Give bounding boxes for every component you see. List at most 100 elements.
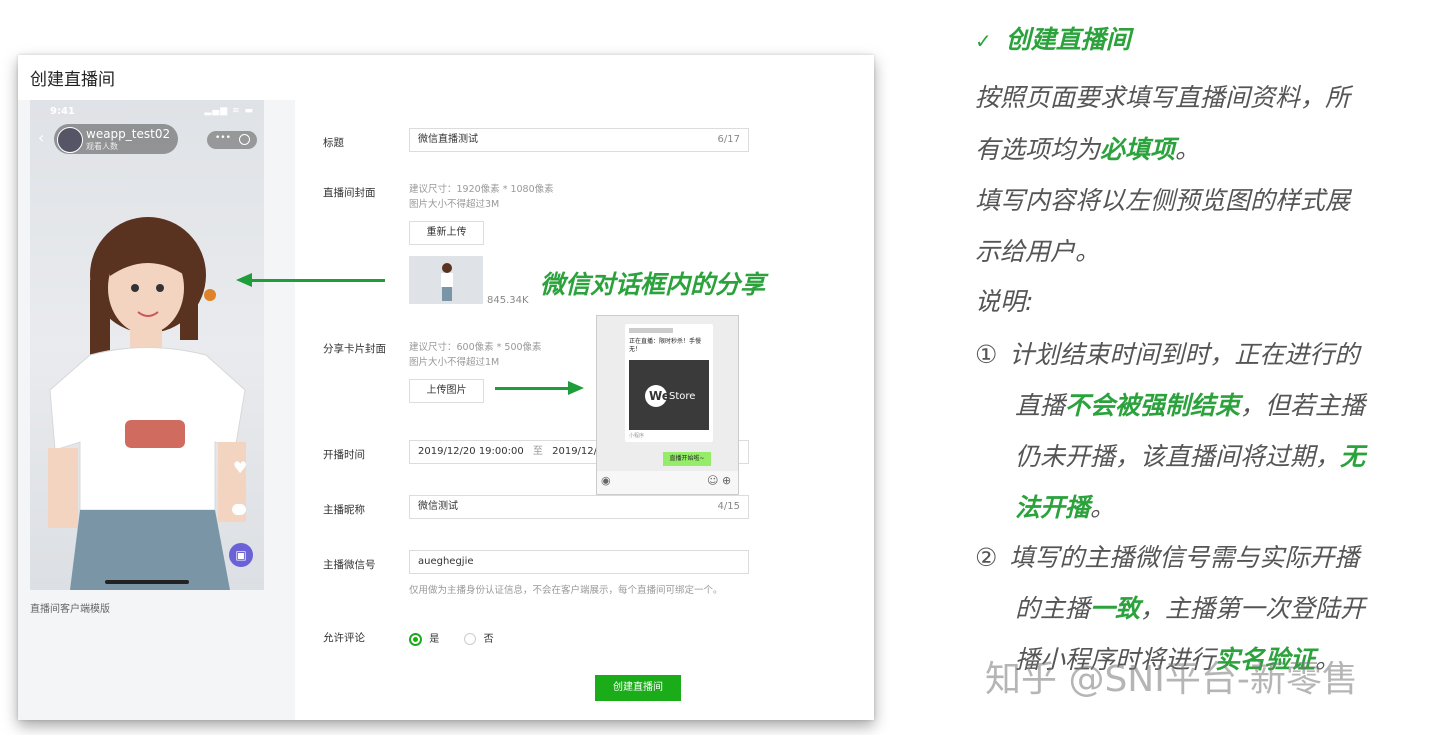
text-span: 有选项均为	[975, 135, 1101, 164]
cover-hint-size: 建议尺寸：1920像素 * 1080像素	[409, 184, 554, 195]
model-photo	[48, 217, 246, 590]
share-cover-label: 分享卡片封面	[323, 343, 386, 355]
text-span: 。	[1090, 493, 1116, 522]
highlight-text: 一致	[1090, 594, 1141, 623]
emoji-icon[interactable]: ☺	[707, 474, 718, 487]
text-line: 仍未开播，该直播间将过期，无	[1015, 437, 1365, 473]
share-annotation: 微信对话框内的分享	[540, 270, 766, 299]
number-one: ①	[975, 340, 998, 369]
anchor-name-count: 4/15	[717, 501, 740, 512]
numbered-line: ① 计划结束时间到时，正在进行的	[975, 335, 1359, 371]
highlight-text: 必填项	[1100, 135, 1176, 164]
time-separator: 至	[532, 446, 543, 457]
share-hint-limit: 图片大小不得超过1M	[409, 357, 500, 368]
text-span: 填写的主播微信号需与实际开播	[1009, 543, 1360, 572]
watermark: 知乎 @SNI平台-新零售	[985, 659, 1358, 700]
signal-icon: ▂▄▆ ≋ ▬	[204, 106, 254, 116]
text-line: 的主播一致，主播第一次登陆开	[1015, 589, 1365, 625]
highlight-text: 无	[1340, 442, 1366, 471]
text-line: 有选项均为必填项。	[975, 130, 1200, 166]
anchor-wechat-input[interactable]: aueghegjie	[409, 550, 749, 574]
create-room-button[interactable]: 创建直播间	[595, 675, 681, 701]
more-icon[interactable]: •••	[215, 133, 231, 143]
sender-placeholder	[629, 328, 673, 333]
back-icon[interactable]: ‹	[38, 128, 44, 147]
cover-size: 845.34K	[487, 295, 529, 306]
reupload-button[interactable]: 重新上传	[409, 221, 484, 245]
text-span: 直播	[1015, 391, 1066, 420]
anchor-name-value: 微信测试	[418, 501, 458, 512]
arrow-head-left	[236, 273, 252, 287]
preview-caption: 直播间客户端模版	[30, 604, 110, 615]
upload-image-button[interactable]: 上传图片	[409, 379, 484, 403]
start-time-value: 2019/12/20 19:00:00	[418, 446, 524, 457]
share-hint-size: 建议尺寸：600像素 * 500像素	[409, 342, 542, 353]
check-heading: ✓ 创建直播间	[975, 20, 1131, 56]
phone-preview: 9:41 ▂▄▆ ≋ ▬ ‹ weapp_test02 观看人数 ••• ♥ ▣	[30, 100, 264, 590]
numbered-line: ② 填写的主播微信号需与实际开播	[975, 538, 1359, 574]
text-span: 的主播	[1015, 594, 1091, 623]
arrow-head-right	[568, 381, 584, 395]
home-indicator	[105, 580, 189, 584]
status-time: 9:41	[50, 106, 75, 117]
text-span: 仍未开播，该直播间将过期，	[1015, 442, 1341, 471]
number-two: ②	[975, 543, 998, 572]
cover-hint-limit: 图片大小不得超过3M	[409, 199, 500, 210]
text-span: 计划结束时间到时，正在进行的	[1009, 340, 1360, 369]
arrow-to-chat	[495, 387, 570, 390]
radio-yes[interactable]	[409, 632, 422, 646]
text-line: 填写内容将以左侧预览图的样式展	[975, 186, 1351, 215]
comments-radio-group: 是 否	[409, 630, 494, 646]
screenshot-card: 创建直播间 9:41 ▂▄▆ ≋ ▬ ‹ weapp_test02 观看人数 •…	[18, 55, 874, 720]
title-value: 微信直播测试	[418, 134, 478, 145]
room-info: weapp_test02 观看人数	[54, 124, 178, 154]
page-title: 创建直播间	[30, 70, 115, 90]
viewer-count: 观看人数	[86, 142, 118, 151]
heart-icon[interactable]: ♥	[233, 458, 247, 477]
text-span: ，主播第一次登陆开	[1140, 594, 1366, 623]
we-text: We	[649, 389, 670, 403]
cover-thumbnail	[409, 256, 483, 304]
text-line: 说明:	[975, 287, 1034, 316]
share-card-title: 正在直播：限时秒杀！手慢无！	[629, 338, 702, 353]
anchor-wechat-hint: 仅用做为主播身份认证信息，不会在客户端展示，每个直播间可绑定一个。	[409, 585, 723, 596]
mini-program-label: 小程序	[629, 433, 645, 439]
text-line: 示给用户。	[975, 237, 1101, 266]
voice-icon[interactable]: ◉	[601, 474, 611, 487]
shopping-bag-icon[interactable]: ▣	[229, 543, 253, 567]
room-name: weapp_test02	[86, 127, 171, 141]
check-icon: ✓	[975, 29, 992, 53]
radio-yes-label: 是	[429, 634, 440, 645]
title-label: 标题	[323, 137, 344, 149]
cover-hint: 建议尺寸：1920像素 * 1080像素 图片大小不得超过3M	[409, 182, 554, 212]
chat-message: 直播开始啦~	[663, 452, 711, 466]
text-line: 直播不会被强制结束，但若主播	[1015, 386, 1365, 422]
plus-icon[interactable]: ⊕	[722, 474, 731, 487]
avatar	[57, 127, 83, 153]
title-count: 6/17	[717, 134, 740, 145]
text-span: 。	[1175, 135, 1201, 164]
text-line: 法开播。	[1015, 488, 1115, 524]
heading-text: 创建直播间	[1005, 25, 1131, 54]
highlight-text: 不会被强制结束	[1065, 391, 1241, 420]
form-panel	[295, 100, 874, 720]
start-time-label: 开播时间	[323, 449, 365, 461]
capsule-menu[interactable]: •••	[207, 131, 257, 149]
store-text: Store	[669, 391, 696, 402]
share-card: 正在直播：限时秒杀！手慢无！ We Store 小程序	[625, 324, 713, 442]
comment-icon[interactable]	[232, 504, 246, 515]
close-icon[interactable]	[239, 134, 250, 145]
title-input[interactable]: 微信直播测试 6/17	[409, 128, 749, 152]
radio-no-label: 否	[483, 634, 494, 645]
arrow-to-phone	[250, 279, 385, 282]
anchor-name-input[interactable]: 微信测试 4/15	[409, 495, 749, 519]
radio-no[interactable]	[464, 633, 477, 645]
text-span: ，但若主播	[1240, 391, 1366, 420]
cover-label: 直播间封面	[323, 187, 376, 199]
share-cover-hint: 建议尺寸：600像素 * 500像素 图片大小不得超过1M	[409, 340, 542, 370]
anchor-wechat-label: 主播微信号	[323, 559, 376, 571]
anchor-wechat-value: aueghegjie	[418, 556, 474, 567]
anchor-name-label: 主播昵称	[323, 504, 365, 516]
comments-label: 允许评论	[323, 632, 365, 644]
chat-preview: 正在直播：限时秒杀！手慢无！ We Store 小程序 直播开始啦~ ◉ ☺ ⊕	[596, 315, 739, 495]
